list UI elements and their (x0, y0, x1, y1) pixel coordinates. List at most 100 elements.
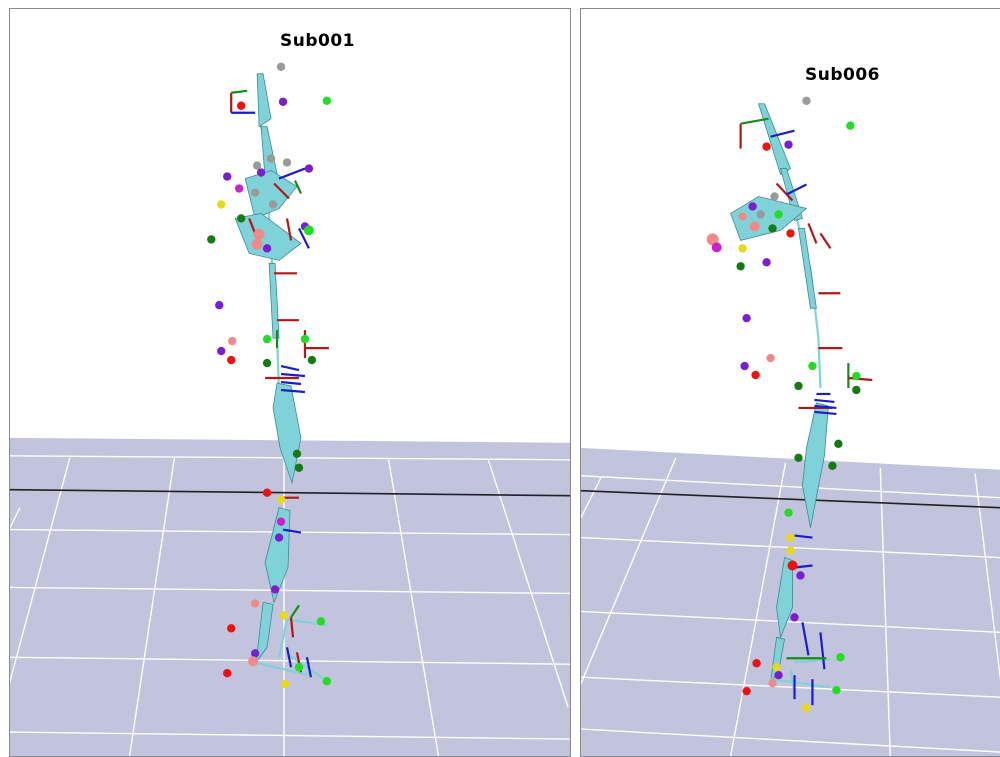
marker-dot (828, 461, 837, 470)
marker-dot (223, 669, 232, 678)
marker-dot (253, 228, 265, 240)
marker-dot (234, 184, 244, 193)
joint-axis-line (278, 167, 306, 180)
marker-dot (786, 229, 795, 238)
bone-segment (758, 103, 791, 176)
bone-segment (268, 262, 280, 339)
marker-dot (262, 334, 272, 344)
marker-dot (250, 649, 260, 658)
marker-dot (784, 140, 793, 149)
marker-dot (256, 168, 266, 177)
marker-dot (217, 200, 226, 209)
marker-dot (808, 361, 817, 371)
marker-dot (711, 242, 722, 253)
marker-dot (762, 258, 771, 267)
marker-dot (772, 663, 781, 672)
marker-dot (774, 671, 783, 680)
marker-dot (217, 346, 226, 356)
marker-dot (276, 62, 286, 72)
marker-dot (294, 663, 304, 672)
marker-dot (786, 546, 795, 555)
marker-dot (834, 439, 843, 449)
bone-segment (256, 73, 272, 128)
marker-dot (276, 517, 286, 526)
marker-dot (227, 624, 236, 633)
marker-dot (262, 244, 272, 253)
marker-dot (307, 355, 317, 365)
marker-dot (790, 613, 799, 622)
marker-dot (766, 353, 775, 363)
marker-dot (270, 585, 280, 594)
marker-dot (248, 656, 259, 667)
joint-axis-line (280, 364, 300, 372)
marker-dot (251, 238, 263, 250)
marker-dot (751, 370, 760, 380)
joint-axis-line (814, 398, 835, 404)
marker-dot (278, 97, 288, 106)
marker-dot (784, 508, 793, 517)
marker-dot (768, 224, 777, 233)
marker-dot (802, 96, 811, 105)
marker-dot (227, 355, 236, 365)
marker-dot (742, 313, 751, 323)
marker-dot (300, 334, 310, 344)
marker-dot (207, 235, 216, 244)
scene-3d-sub006[interactable] (581, 9, 1000, 756)
marker-dot (738, 212, 747, 221)
marker-dot (274, 533, 284, 542)
marker-dot (280, 680, 290, 689)
marker-dot (852, 385, 861, 395)
marker-dot (836, 653, 845, 662)
marker-dot (846, 121, 855, 130)
thin-segment (817, 338, 822, 389)
marker-dot (774, 210, 783, 219)
marker-dot (762, 142, 771, 151)
marker-dot (250, 599, 260, 608)
marker-dot (802, 703, 811, 713)
marker-dot (236, 214, 246, 223)
marker-dot (322, 677, 332, 686)
joint-axis-line (280, 372, 306, 378)
marker-dot (770, 192, 779, 201)
joint-axis-line (280, 380, 302, 386)
marker-dot (794, 453, 803, 462)
marker-dot (749, 221, 760, 232)
marker-dot (304, 164, 314, 173)
marker-dot (228, 336, 237, 346)
marker-dot (262, 358, 272, 368)
marker-dot (740, 361, 749, 371)
viewport-sub001[interactable]: Sub001 (9, 8, 571, 757)
marker-dot (768, 679, 777, 688)
marker-dot (742, 686, 751, 696)
joint-axis-line (807, 223, 818, 244)
marker-dot (282, 158, 292, 167)
subject-label-sub006: Sub006 (805, 65, 881, 85)
subject-label-sub001: Sub001 (280, 31, 356, 51)
joint-axis-line (819, 232, 832, 249)
marker-dot (223, 172, 232, 181)
marker-dot (787, 560, 798, 571)
marker-dot (268, 200, 278, 209)
marker-dot (786, 533, 795, 542)
marker-dot (266, 154, 276, 163)
marker-dot (736, 262, 745, 271)
marker-dot (294, 463, 304, 472)
scene-3d-sub001[interactable] (10, 9, 570, 756)
marker-dot (276, 495, 286, 504)
marker-dot (215, 301, 224, 310)
marker-dot (738, 244, 747, 253)
marker-dot (852, 371, 861, 381)
marker-dot (279, 611, 289, 620)
marker-dot (832, 685, 841, 695)
marker-dot (262, 488, 272, 497)
floor-plane (10, 437, 570, 756)
joint-axis-line (848, 376, 873, 382)
marker-dot (794, 381, 803, 391)
marker-dot (752, 659, 761, 668)
joint-axis-line (231, 89, 248, 94)
marker-dot (292, 449, 302, 458)
bone-segment (798, 228, 817, 309)
marker-dot (796, 571, 805, 580)
viewport-sub006[interactable]: Sub006 (580, 8, 1000, 757)
marker-dot (748, 202, 757, 211)
